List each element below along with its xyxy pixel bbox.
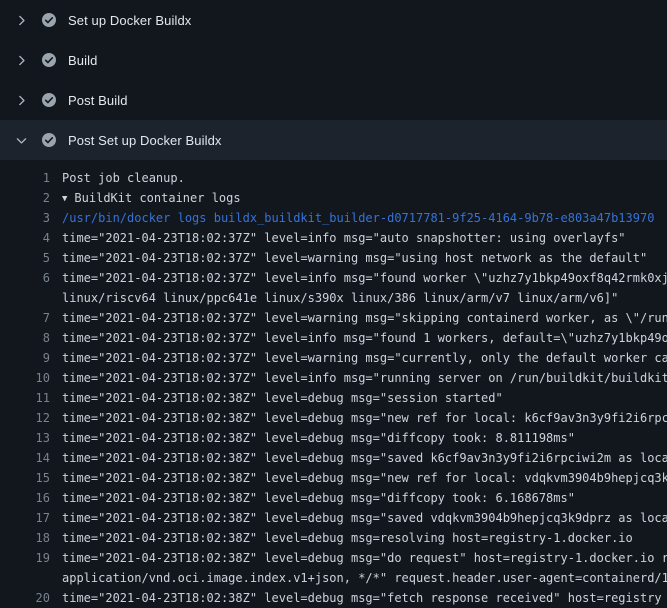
log-line: 3/usr/bin/docker logs buildx_buildkit_bu… bbox=[0, 208, 667, 228]
workflow-log-viewer: Set up Docker Buildx Build Post Build Post … bbox=[0, 0, 667, 608]
log-line-number[interactable]: 2 bbox=[0, 188, 50, 208]
log-text: time="2021-04-23T18:02:37Z" level=info m… bbox=[62, 328, 667, 348]
log-text: time="2021-04-23T18:02:38Z" level=debug … bbox=[62, 408, 667, 428]
log-line-number[interactable]: 9 bbox=[0, 348, 50, 368]
step-list: Set up Docker Buildx Build Post Build Post … bbox=[0, 0, 667, 160]
log-line-number[interactable]: 11 bbox=[0, 388, 50, 408]
log-line: 2 ▼ BuildKit container logs bbox=[0, 188, 667, 208]
step-header-set-up-docker-buildx[interactable]: Set up Docker Buildx bbox=[0, 0, 667, 40]
step-label: Post Set up Docker Buildx bbox=[68, 133, 222, 148]
step-label: Post Build bbox=[68, 93, 128, 108]
log-line-number[interactable]: 20 bbox=[0, 588, 50, 608]
step-header-build[interactable]: Build bbox=[0, 40, 667, 80]
check-circle-icon bbox=[41, 92, 57, 108]
chevron-down-icon[interactable] bbox=[13, 134, 29, 147]
chevron-right-icon[interactable] bbox=[13, 54, 29, 67]
log-text: time="2021-04-23T18:02:38Z" level=debug … bbox=[62, 528, 633, 548]
log-line: 19 time="2021-04-23T18:02:38Z" level=debu… bbox=[0, 548, 667, 568]
log-text: time="2021-04-23T18:02:38Z" level=debug … bbox=[62, 548, 667, 568]
log-line: 10 time="2021-04-23T18:02:37Z" level=info… bbox=[0, 368, 667, 388]
log-text: time="2021-04-23T18:02:38Z" level=debug … bbox=[62, 468, 667, 488]
log-line: 5 time="2021-04-23T18:02:37Z" level=warni… bbox=[0, 248, 667, 268]
chevron-right-icon[interactable] bbox=[13, 14, 29, 27]
log-line-number bbox=[0, 288, 50, 308]
log-line: application/vnd.oci.image.index.v1+json,… bbox=[0, 568, 667, 588]
log-text: time="2021-04-23T18:02:38Z" level=debug … bbox=[62, 428, 575, 448]
log-line: 20 time="2021-04-23T18:02:38Z" level=debu… bbox=[0, 588, 667, 608]
log-text: time="2021-04-23T18:02:37Z" level=warnin… bbox=[62, 308, 667, 328]
log-line-number[interactable]: 4 bbox=[0, 228, 50, 248]
log-console: 1 Post job cleanup. 2 ▼ BuildKit container l… bbox=[0, 160, 667, 608]
log-line: 13 time="2021-04-23T18:02:38Z" level=debu… bbox=[0, 428, 667, 448]
log-line: 14 time="2021-04-23T18:02:38Z" level=debu… bbox=[0, 448, 667, 468]
log-text: time="2021-04-23T18:02:38Z" level=debug … bbox=[62, 448, 667, 468]
log-line: 18 time="2021-04-23T18:02:38Z" level=debu… bbox=[0, 528, 667, 548]
log-line-number[interactable]: 3 bbox=[0, 208, 50, 228]
check-circle-icon bbox=[41, 52, 57, 68]
chevron-right-icon[interactable] bbox=[13, 94, 29, 107]
log-line: 9 time="2021-04-23T18:02:37Z" level=warni… bbox=[0, 348, 667, 368]
log-line: 7 time="2021-04-23T18:02:37Z" level=warni… bbox=[0, 308, 667, 328]
log-line-number[interactable]: 17 bbox=[0, 508, 50, 528]
log-line: 4 time="2021-04-23T18:02:37Z" level=info … bbox=[0, 228, 667, 248]
log-line-number[interactable]: 10 bbox=[0, 368, 50, 388]
log-line: 17 time="2021-04-23T18:02:38Z" level=debu… bbox=[0, 508, 667, 528]
log-line-number[interactable]: 12 bbox=[0, 408, 50, 428]
step-header-post-set-up-docker-buildx[interactable]: Post Set up Docker Buildx bbox=[0, 120, 667, 160]
log-text: time="2021-04-23T18:02:37Z" level=info m… bbox=[62, 228, 626, 248]
log-line-number[interactable]: 16 bbox=[0, 488, 50, 508]
log-line-number[interactable]: 6 bbox=[0, 268, 50, 288]
log-text: Post job cleanup. bbox=[62, 168, 185, 188]
log-text: time="2021-04-23T18:02:38Z" level=debug … bbox=[62, 488, 575, 508]
log-line-number[interactable]: 13 bbox=[0, 428, 50, 448]
log-line-number[interactable]: 14 bbox=[0, 448, 50, 468]
log-text: linux/riscv64 linux/ppc641e linux/s390x … bbox=[62, 288, 618, 308]
log-line: linux/riscv64 linux/ppc641e linux/s390x … bbox=[0, 288, 667, 308]
log-line-number bbox=[0, 568, 50, 588]
step-label: Set up Docker Buildx bbox=[68, 13, 191, 28]
log-line: 16 time="2021-04-23T18:02:38Z" level=debu… bbox=[0, 488, 667, 508]
log-line-number[interactable]: 5 bbox=[0, 248, 50, 268]
log-line: 6 time="2021-04-23T18:02:37Z" level=info … bbox=[0, 268, 667, 288]
log-line: 8 time="2021-04-23T18:02:37Z" level=info … bbox=[0, 328, 667, 348]
log-text: time="2021-04-23T18:02:37Z" level=warnin… bbox=[62, 248, 647, 268]
log-text: time="2021-04-23T18:02:38Z" level=debug … bbox=[62, 388, 503, 408]
log-line-number[interactable]: 15 bbox=[0, 468, 50, 488]
log-group-label[interactable]: ▼ BuildKit container logs bbox=[62, 188, 241, 208]
log-line: 12 time="2021-04-23T18:02:38Z" level=debu… bbox=[0, 408, 667, 428]
log-line-number[interactable]: 18 bbox=[0, 528, 50, 548]
step-label: Build bbox=[68, 53, 97, 68]
log-line-number[interactable]: 19 bbox=[0, 548, 50, 568]
check-circle-icon bbox=[41, 132, 57, 148]
triangle-down-icon[interactable]: ▼ bbox=[62, 189, 67, 208]
log-line: 11 time="2021-04-23T18:02:38Z" level=debu… bbox=[0, 388, 667, 408]
log-line: 15 time="2021-04-23T18:02:38Z" level=debu… bbox=[0, 468, 667, 488]
log-text: time="2021-04-23T18:02:37Z" level=info m… bbox=[62, 368, 667, 388]
log-text: time="2021-04-23T18:02:37Z" level=warnin… bbox=[62, 348, 667, 368]
log-line-number[interactable]: 1 bbox=[0, 168, 50, 188]
check-circle-icon bbox=[41, 12, 57, 28]
log-text: time="2021-04-23T18:02:38Z" level=debug … bbox=[62, 588, 662, 608]
log-text: time="2021-04-23T18:02:37Z" level=info m… bbox=[62, 268, 667, 288]
log-line-number[interactable]: 7 bbox=[0, 308, 50, 328]
step-header-post-build[interactable]: Post Build bbox=[0, 80, 667, 120]
log-command-text: /usr/bin/docker logs buildx_buildkit_bui… bbox=[62, 208, 654, 228]
log-text: application/vnd.oci.image.index.v1+json,… bbox=[62, 568, 667, 588]
log-text: time="2021-04-23T18:02:38Z" level=debug … bbox=[62, 508, 667, 528]
log-group-text[interactable]: BuildKit container logs bbox=[74, 191, 240, 205]
log-line: 1 Post job cleanup. bbox=[0, 168, 667, 188]
log-line-number[interactable]: 8 bbox=[0, 328, 50, 348]
